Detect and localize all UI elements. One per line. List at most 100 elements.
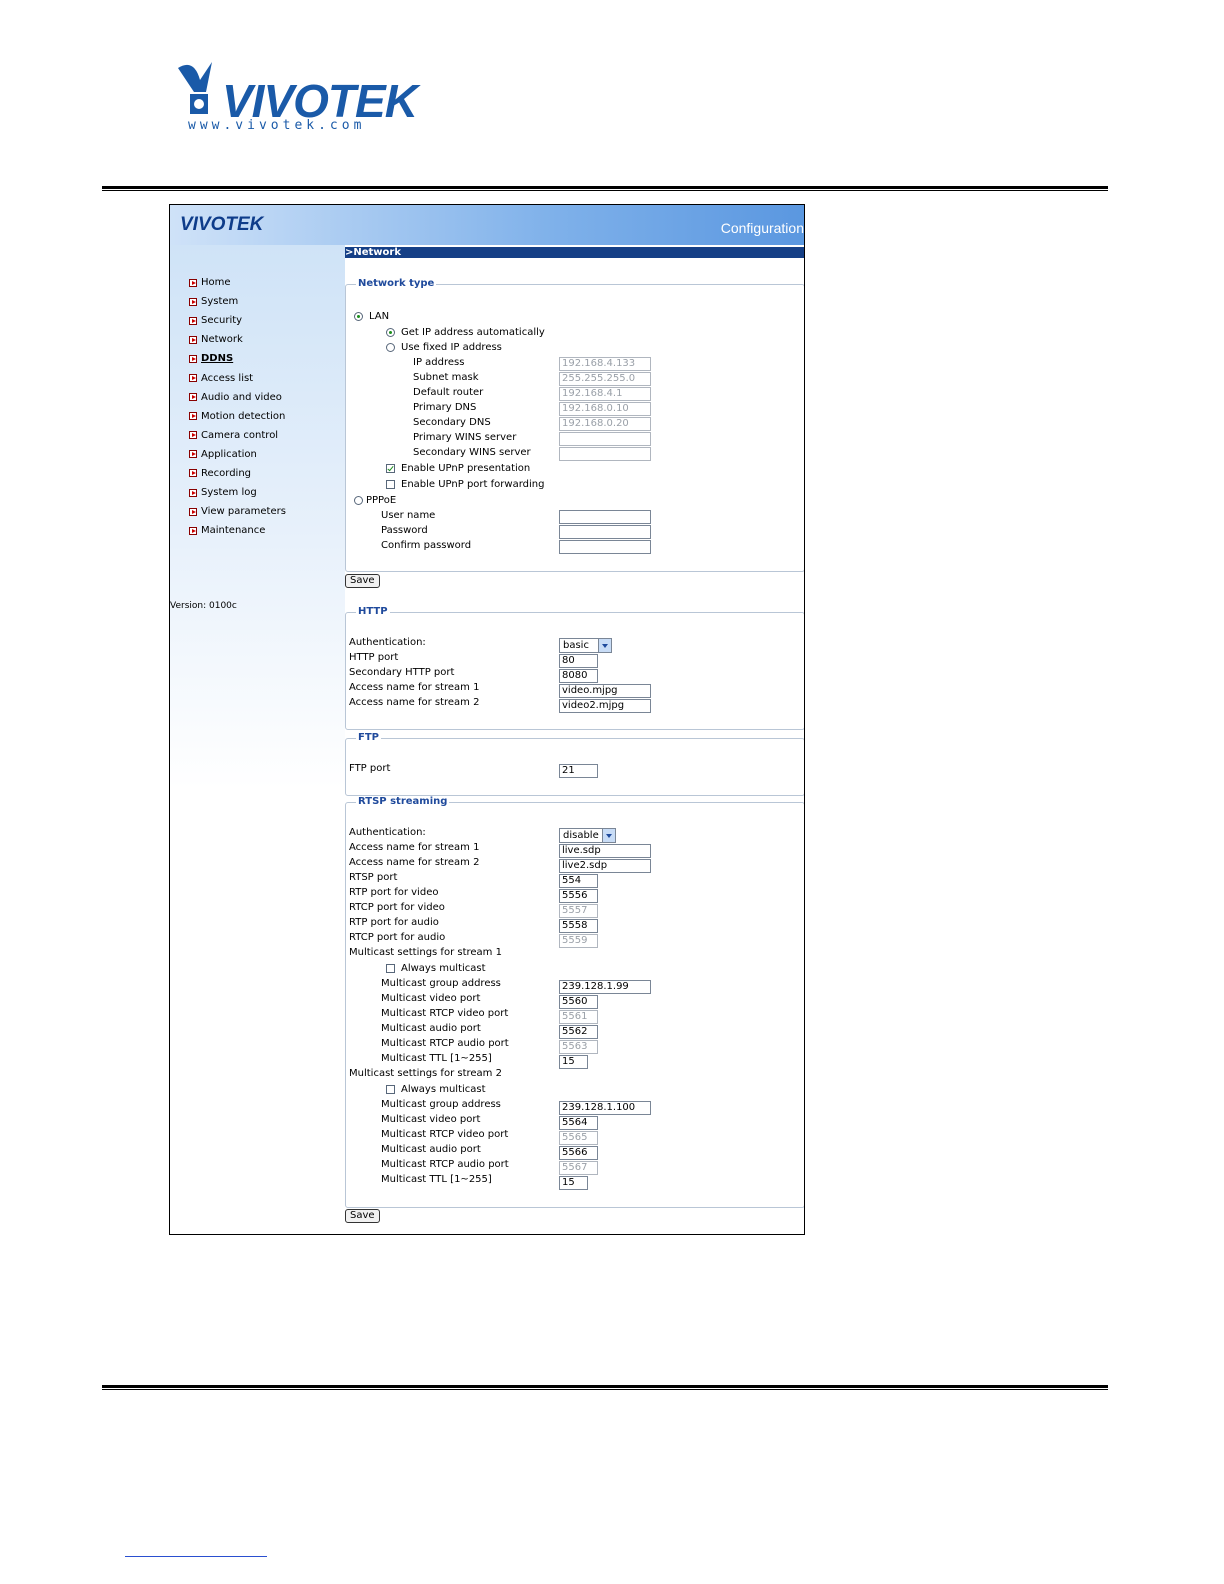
pppoe-user-field[interactable]	[559, 510, 651, 524]
ftp-port-field[interactable]: 21	[559, 764, 598, 778]
header-rule	[102, 186, 1108, 191]
sidebar-item-camera-control[interactable]: Camera control	[189, 426, 286, 445]
rtcp-audio-label: RTCP port for audio	[349, 932, 446, 943]
page-title: >Network	[345, 247, 804, 258]
mc2-always-checkbox[interactable]	[386, 1085, 395, 1094]
pppoe-label: PPPoE	[366, 495, 397, 506]
rtcp-video-field[interactable]: 5557	[559, 904, 598, 918]
sidebar-item-audio-video[interactable]: Audio and video	[189, 388, 286, 407]
mc1-ttl-label: Multicast TTL [1~255]	[381, 1053, 492, 1064]
pppoe-password-field[interactable]	[559, 525, 651, 539]
arrow-icon	[189, 488, 197, 497]
rtsp-legend: RTSP streaming	[356, 796, 450, 807]
secondary-dns-field[interactable]: 192.168.0.20	[559, 417, 651, 431]
ftp-port-label: FTP port	[349, 763, 391, 774]
mc1-video-field[interactable]: 5560	[559, 995, 598, 1009]
sidebar-item-application[interactable]: Application	[189, 445, 286, 464]
rtsp-auth-label: Authentication:	[349, 827, 426, 838]
subnet-mask-label: Subnet mask	[413, 372, 479, 383]
http-auth-label: Authentication:	[349, 637, 426, 648]
banner: VIVOTEK Configuration	[170, 205, 804, 245]
rtsp-stream1-field[interactable]: live.sdp	[559, 844, 651, 858]
rtsp-group: RTSP streaming Authentication: disable A…	[345, 796, 804, 1208]
sidebar-item-motion-detection[interactable]: Motion detection	[189, 407, 286, 426]
version-label: Version: 0100c	[170, 601, 237, 611]
upnp-presentation-label: Enable UPnP presentation	[401, 463, 531, 474]
rtsp-stream2-field[interactable]: live2.sdp	[559, 859, 651, 873]
sidebar-item-maintenance[interactable]: Maintenance	[189, 521, 286, 540]
sidebar-item-system-log[interactable]: System log	[189, 483, 286, 502]
secondary-wins-field[interactable]	[559, 447, 651, 461]
arrow-icon	[189, 507, 197, 516]
http-stream1-field[interactable]: video.mjpg	[559, 684, 651, 698]
rtp-video-field[interactable]: 5556	[559, 889, 598, 903]
footer-link-underline	[125, 1556, 267, 1557]
mc1-rtcp-audio-field[interactable]: 5563	[559, 1040, 598, 1054]
ip-address-label: IP address	[413, 357, 465, 368]
rtp-video-label: RTP port for video	[349, 887, 439, 898]
sidebar-item-recording[interactable]: Recording	[189, 464, 286, 483]
save-network-button[interactable]: Save	[345, 574, 380, 588]
rtp-audio-field[interactable]: 5558	[559, 919, 598, 933]
mc2-video-field[interactable]: 5564	[559, 1116, 598, 1130]
sidebar-item-view-parameters[interactable]: View parameters	[189, 502, 286, 521]
mc2-rtcp-video-field[interactable]: 5565	[559, 1131, 598, 1145]
mc2-video-label: Multicast video port	[381, 1114, 481, 1125]
http-port-label: HTTP port	[349, 652, 399, 663]
sidebar-item-home[interactable]: Home	[189, 273, 286, 292]
mc1-rtcp-video-field[interactable]: 5561	[559, 1010, 598, 1024]
arrow-icon	[189, 297, 197, 306]
http-auth-select[interactable]: basic	[559, 638, 612, 653]
upnp-forwarding-checkbox[interactable]	[386, 480, 395, 489]
mc2-always-label: Always multicast	[401, 1084, 486, 1095]
rtsp-stream1-label: Access name for stream 1	[349, 842, 480, 853]
mc1-always-checkbox[interactable]	[386, 964, 395, 973]
lan-label: LAN	[369, 311, 390, 322]
banner-section-title: Configuration	[720, 220, 804, 236]
subnet-mask-field[interactable]: 255.255.255.0	[559, 372, 651, 386]
upnp-presentation-checkbox[interactable]	[386, 464, 395, 473]
mc2-group-label: Multicast group address	[381, 1099, 501, 1110]
rtcp-audio-field[interactable]: 5559	[559, 934, 598, 948]
mc1-ttl-field[interactable]: 15	[559, 1055, 588, 1069]
sidebar-item-system[interactable]: System	[189, 292, 286, 311]
sidebar-item-ddns[interactable]: DDNS	[189, 349, 286, 368]
mc2-group-field[interactable]: 239.128.1.100	[559, 1101, 651, 1115]
pppoe-confirm-field[interactable]	[559, 540, 651, 554]
arrow-icon	[189, 374, 197, 383]
vivotek-document-logo: VIVOTEK www.vivotek.com	[172, 52, 422, 142]
rtp-audio-label: RTP port for audio	[349, 917, 439, 928]
save-streaming-button[interactable]: Save	[345, 1209, 380, 1223]
ftp-group: FTP FTP port 21	[345, 732, 804, 796]
pppoe-radio[interactable]	[354, 496, 363, 505]
mc1-group-field[interactable]: 239.128.1.99	[559, 980, 651, 994]
camera-config-window: VIVOTEK Configuration Home System Securi…	[169, 204, 805, 1235]
fixed-ip-radio[interactable]	[386, 343, 395, 352]
mc2-audio-label: Multicast audio port	[381, 1144, 481, 1155]
sidebar: Home System Security Network DDNS Access…	[170, 245, 345, 1234]
sidebar-item-network[interactable]: Network	[189, 330, 286, 349]
mc2-rtcp-audio-field[interactable]: 5567	[559, 1161, 598, 1175]
rtsp-port-field[interactable]: 554	[559, 874, 598, 888]
arrow-icon	[189, 278, 197, 287]
default-router-field[interactable]: 192.168.4.1	[559, 387, 651, 401]
pppoe-password-label: Password	[381, 525, 428, 536]
rtsp-auth-select[interactable]: disable	[559, 828, 616, 843]
rtcp-video-label: RTCP port for video	[349, 902, 445, 913]
ip-address-field[interactable]: 192.168.4.133	[559, 357, 651, 371]
primary-wins-field[interactable]	[559, 432, 651, 446]
sidebar-item-access-list[interactable]: Access list	[189, 368, 286, 387]
arrow-icon	[189, 393, 197, 402]
pppoe-confirm-label: Confirm password	[381, 540, 472, 551]
secondary-http-port-field[interactable]: 8080	[559, 669, 598, 683]
mc2-ttl-field[interactable]: 15	[559, 1176, 588, 1190]
mc2-audio-field[interactable]: 5566	[559, 1146, 598, 1160]
auto-ip-label: Get IP address automatically	[401, 327, 545, 338]
lan-radio[interactable]	[354, 312, 363, 321]
http-stream2-field[interactable]: video2.mjpg	[559, 699, 651, 713]
primary-dns-field[interactable]: 192.168.0.10	[559, 402, 651, 416]
auto-ip-radio[interactable]	[386, 328, 395, 337]
mc1-audio-field[interactable]: 5562	[559, 1025, 598, 1039]
http-port-field[interactable]: 80	[559, 654, 598, 668]
sidebar-item-security[interactable]: Security	[189, 311, 286, 330]
